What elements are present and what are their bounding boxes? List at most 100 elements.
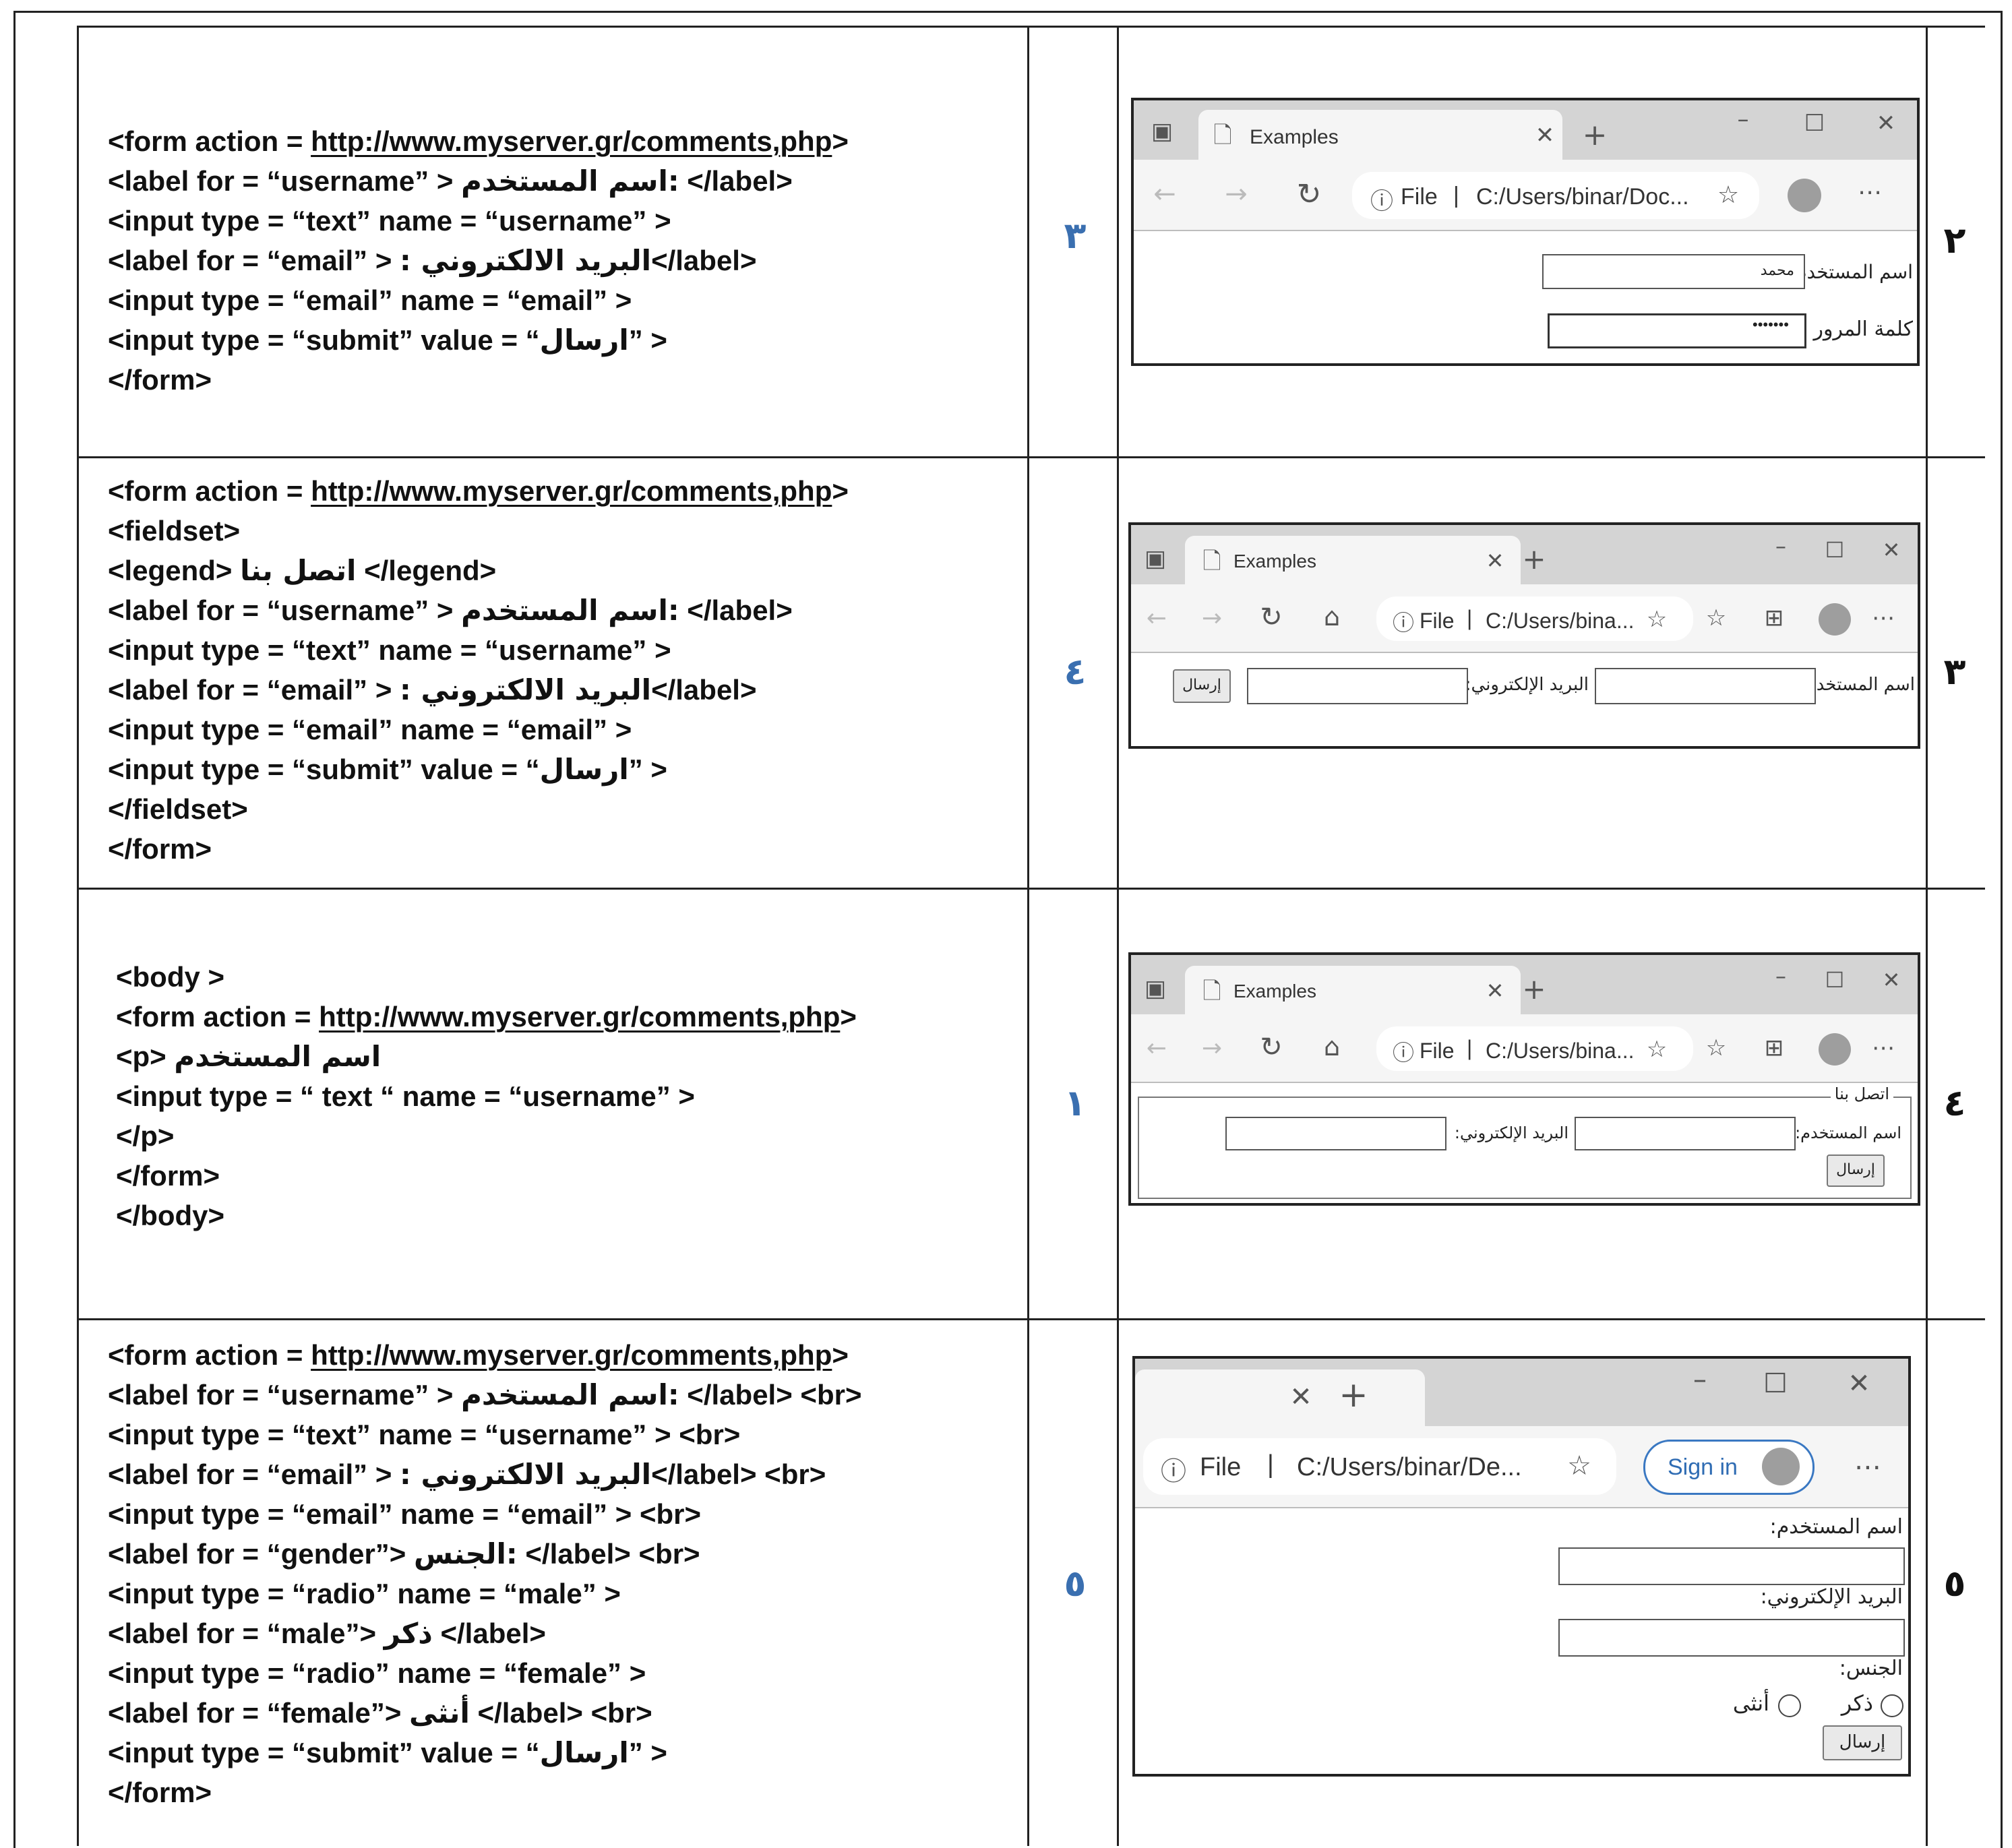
profile-avatar <box>1762 1448 1800 1485</box>
minimize-icon[interactable]: – <box>1684 1364 1716 1395</box>
username-input[interactable] <box>1575 1117 1796 1150</box>
minimize-icon[interactable]: – <box>1767 533 1794 559</box>
code-text: </form> <box>116 1160 220 1192</box>
maximize-icon[interactable]: ☐ <box>1759 1368 1792 1399</box>
sidebar-icon[interactable]: ▣ <box>1142 975 1169 1002</box>
page-icon: 🗋 <box>1213 122 1232 149</box>
more-icon[interactable]: ⋯ <box>1870 1035 1897 1061</box>
code-link[interactable]: http://www.myserver.gr/comments,php <box>311 475 832 507</box>
favorite-add-icon[interactable]: ☆ <box>1713 181 1743 209</box>
male-radio[interactable] <box>1881 1694 1903 1717</box>
back-icon[interactable]: ← <box>1143 605 1170 632</box>
sidebar-icon[interactable]: ▣ <box>1149 118 1176 145</box>
tab-title: Examples <box>1233 981 1316 1002</box>
profile-avatar[interactable] <box>1819 603 1851 636</box>
close-tab-icon[interactable]: ✕ <box>1531 122 1558 149</box>
collections-icon[interactable]: ⊞ <box>1761 605 1788 632</box>
new-tab-icon[interactable]: + <box>1581 118 1608 152</box>
tab-active[interactable] <box>1135 1369 1425 1426</box>
code-line: <input type = “email” name = “email” > <… <box>108 1493 861 1533</box>
code-link[interactable]: http://www.myserver.gr/comments,php <box>319 1001 840 1033</box>
minimize-icon[interactable]: – <box>1730 106 1757 133</box>
home-icon[interactable]: ⌂ <box>1318 1032 1345 1061</box>
code-link[interactable]: http://www.myserver.gr/comments,php <box>311 125 832 157</box>
code-line: <label for = “female”> أنثى </label> <br… <box>108 1692 861 1732</box>
code-text: > <box>832 475 849 507</box>
minimize-icon[interactable]: – <box>1767 963 1794 989</box>
submit-button[interactable]: إرسال <box>1173 669 1231 703</box>
maximize-icon[interactable]: ☐ <box>1801 110 1828 137</box>
home-icon[interactable]: ⌂ <box>1318 602 1345 632</box>
profile-avatar[interactable] <box>1819 1033 1851 1066</box>
more-icon[interactable]: ⋯ <box>1852 1452 1883 1483</box>
email-input[interactable] <box>1225 1117 1446 1150</box>
info-icon[interactable]: ⓘ <box>1368 183 1395 216</box>
maximize-icon[interactable]: ☐ <box>1821 967 1848 993</box>
grid-line <box>77 456 1985 458</box>
refresh-icon[interactable]: ↻ <box>1258 602 1285 633</box>
file-label: File <box>1200 1453 1242 1481</box>
close-window-icon[interactable]: ✕ <box>1878 537 1905 563</box>
code-text: <input type = “submit” value = “ <box>108 324 540 356</box>
collections-icon[interactable]: ⊞ <box>1761 1035 1788 1061</box>
separator: | <box>1467 606 1473 630</box>
profile-avatar[interactable] <box>1788 179 1821 212</box>
back-icon[interactable]: ← <box>1143 1035 1170 1062</box>
code-text: <input type = “email” name = “email” > <… <box>108 1498 702 1530</box>
maximize-icon[interactable]: ☐ <box>1821 537 1848 563</box>
code-line: <input type = “text” name = “username” > <box>108 631 849 671</box>
submit-button[interactable]: إرسال <box>1827 1154 1885 1187</box>
row-number: ٤ <box>1943 1082 1966 1124</box>
back-icon[interactable]: ← <box>1150 179 1180 210</box>
username-input[interactable] <box>1558 1547 1905 1585</box>
separator: | <box>1453 183 1459 208</box>
favorite-add-icon[interactable]: ☆ <box>1564 1450 1595 1481</box>
code-text: </p> <box>116 1120 175 1152</box>
forward-icon[interactable]: → <box>1221 179 1251 210</box>
info-icon[interactable]: ⓘ <box>1390 1036 1417 1067</box>
code-text: </label> <box>432 1618 546 1649</box>
favorites-icon[interactable]: ☆ <box>1703 605 1730 632</box>
refresh-icon[interactable]: ↻ <box>1294 177 1324 212</box>
code-line: <label for = “email” > البريد الالكتروني… <box>108 671 849 710</box>
close-window-icon[interactable]: ✕ <box>1872 110 1899 137</box>
forward-icon[interactable]: → <box>1198 1035 1225 1062</box>
code-arabic-text: :اسم المستخدم <box>461 164 679 197</box>
code-text: <label for = “male”> <box>108 1618 384 1649</box>
email-input[interactable] <box>1247 668 1468 704</box>
code-line: <input type = “submit” value = “ارسال” > <box>108 750 849 790</box>
code-arabic-text: أنثى <box>409 1696 470 1729</box>
email-input[interactable] <box>1558 1619 1905 1657</box>
info-icon[interactable]: ⓘ <box>1158 1450 1189 1487</box>
favorite-add-icon[interactable]: ☆ <box>1643 606 1670 633</box>
more-icon[interactable]: ⋯ <box>1870 605 1897 632</box>
grid-line <box>77 26 79 1846</box>
submit-button[interactable]: إرسال <box>1823 1725 1902 1760</box>
close-tab-icon[interactable]: ✕ <box>1482 978 1508 1004</box>
close-tab-icon[interactable]: ✕ <box>1285 1382 1317 1413</box>
female-label: أنثى <box>1732 1690 1769 1716</box>
close-window-icon[interactable]: ✕ <box>1878 967 1905 993</box>
code-text: </label> <box>679 165 793 197</box>
close-tab-icon[interactable]: ✕ <box>1482 548 1508 574</box>
code-arabic-text: :الجنس <box>413 1537 518 1570</box>
refresh-icon[interactable]: ↻ <box>1258 1032 1285 1063</box>
favorite-add-icon[interactable]: ☆ <box>1643 1036 1670 1063</box>
info-icon[interactable]: ⓘ <box>1390 606 1417 637</box>
code-text: </legend> <box>356 555 497 586</box>
new-tab-icon[interactable]: + <box>1521 543 1548 576</box>
close-window-icon[interactable]: ✕ <box>1843 1368 1875 1399</box>
code-link[interactable]: http://www.myserver.gr/comments,php <box>311 1339 832 1371</box>
code-text: <label for = “email” > <box>108 245 400 276</box>
more-icon[interactable]: ⋯ <box>1855 179 1885 206</box>
username-input[interactable] <box>1595 668 1816 704</box>
sidebar-icon[interactable]: ▣ <box>1142 545 1169 572</box>
new-tab-icon[interactable]: + <box>1521 973 1548 1006</box>
code-text: <input type = “email” name = “email” > <box>108 284 632 316</box>
new-tab-icon[interactable]: + <box>1337 1375 1370 1415</box>
favorites-icon[interactable]: ☆ <box>1703 1035 1730 1061</box>
forward-icon[interactable]: → <box>1198 605 1225 632</box>
female-radio[interactable] <box>1778 1694 1801 1717</box>
gender-label: الجنس: <box>1839 1657 1903 1680</box>
grid-line <box>77 1318 1985 1320</box>
